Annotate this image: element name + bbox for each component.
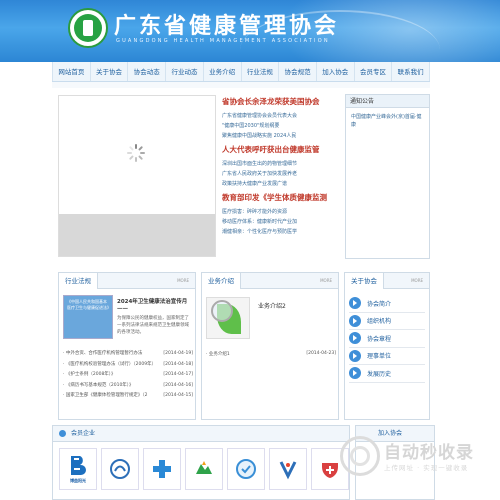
menu-item-council[interactable]: 理事单位	[349, 348, 425, 365]
notice-item[interactable]: 中国健康产业峰会外(京)首届·健康	[346, 108, 429, 134]
news-headline[interactable]: 省协会长余泽龙荣获美国协会	[222, 96, 334, 107]
site-subtitle: GUANGDONG HEALTH MANAGEMENT ASSOCIATION	[116, 38, 330, 44]
main-nav: 网站首页 关于协会 协会动态 行业动态 业务介绍 行业法规 协会规范 加入协会 …	[52, 62, 431, 82]
notice-panel: 通知公告 中国健康产业峰会外(京)首届·健康	[345, 94, 430, 259]
arrow-icon	[349, 297, 361, 310]
image-slider[interactable]	[58, 95, 216, 257]
member-logo[interactable]	[227, 448, 265, 490]
news-item[interactable]: 广东省人民政府关于加快发展养老	[222, 169, 334, 179]
nav-members[interactable]: 会员专区	[355, 62, 393, 81]
arrow-icon	[349, 367, 361, 380]
nav-business[interactable]: 业务介绍	[204, 62, 242, 81]
more-link[interactable]: MORE	[177, 278, 189, 283]
slider-image[interactable]	[59, 96, 215, 214]
site-header: 广东省健康管理协会 GUANGDONG HEALTH MANAGEMENT AS…	[0, 0, 500, 62]
business-title[interactable]: 业务介绍2	[258, 301, 286, 310]
nav-about[interactable]: 关于协会	[91, 62, 129, 81]
nav-regulations[interactable]: 行业法规	[242, 62, 280, 81]
about-panel: 关于协会 MORE 协会简介 组织机构 协会章程 理事单位 发展历史	[344, 272, 430, 420]
news-item[interactable]: 广东省健康管理协会会员代表大会	[222, 111, 334, 121]
featured-summary: 为保障公民的健康权益，国家制定了一系列法律法规来规范卫生健康领域的各项活动。	[117, 316, 189, 335]
member-logos: 博益阳光	[59, 448, 349, 490]
member-logo[interactable]	[269, 448, 307, 490]
panel-title[interactable]: 关于协会	[345, 273, 384, 289]
news-group: 人大代表呼吁获出台健康监管 深圳出国市面生出的药物管理细节 广东省人民政府关于加…	[222, 144, 334, 189]
news-item[interactable]: 潮健相亲：个性化医疗与预防医学	[222, 227, 334, 237]
list-item[interactable]: · 中外合资、合作医疗机构管理暂行办法 [2014-04-19]	[63, 349, 193, 360]
arrow-icon	[349, 349, 361, 362]
site-title: 广东省健康管理协会	[114, 13, 340, 39]
member-logo[interactable]	[185, 448, 223, 490]
news-item[interactable]: "健康中国2030"规划纲要	[222, 121, 334, 131]
regulation-thumbnail[interactable]: 《中国人民共和国基本医疗卫生与健康促进法》	[63, 295, 113, 339]
member-companies: 会员企业 博益阳光	[52, 425, 350, 500]
regulation-list: · 中外合资、合作医疗机构管理暂行办法 [2014-04-19] · 《医疗机构校…	[63, 349, 193, 402]
nav-contact[interactable]: 联系我们	[392, 62, 431, 81]
list-item[interactable]: · 业务介绍1 [2014-04-23]	[206, 351, 336, 357]
more-link[interactable]: MORE	[411, 278, 423, 283]
watermark-subtext: 上传网址 · 实现一键收录	[384, 464, 469, 472]
news-item[interactable]: 深圳出国市面生出的药物管理细节	[222, 159, 334, 169]
list-item[interactable]: · 《医疗机构校验管理办法（试行）（2009年） [2014-04-18]	[63, 360, 193, 371]
member-logo[interactable]	[143, 448, 181, 490]
news-headline[interactable]: 人大代表呼吁获出台健康监管	[222, 144, 334, 155]
business-thumbnail[interactable]	[206, 297, 250, 339]
nav-home[interactable]: 网站首页	[52, 62, 91, 81]
business-panel: 业务介绍 MORE 业务介绍2 · 业务介绍1 [2014-04-23]	[201, 272, 339, 420]
nav-industry-news[interactable]: 行业动态	[166, 62, 204, 81]
list-item[interactable]: · 《病历书写基本规范（2010年）》 [2014-04-16]	[63, 381, 193, 392]
member-logo[interactable]: 博益阳光	[59, 448, 97, 490]
notice-title: 通知公告	[346, 95, 429, 108]
association-logo[interactable]	[68, 8, 108, 48]
news-group: 省协会长余泽龙荣获美国协会 广东省健康管理协会会员代表大会 "健康中国2030"…	[222, 96, 334, 141]
menu-item-charter[interactable]: 协会章程	[349, 330, 425, 348]
more-link[interactable]: MORE	[320, 278, 332, 283]
nav-strip	[52, 82, 430, 88]
arrow-icon	[349, 314, 361, 327]
regulations-panel: 行业法规 MORE 《中国人民共和国基本医疗卫生与健康促进法》 2024年卫生健…	[58, 272, 196, 420]
news-headline[interactable]: 教育部印发《学生体质健康监测	[222, 192, 334, 203]
nav-join[interactable]: 加入协会	[317, 62, 355, 81]
news-item[interactable]: 政策扶持大健康产业发展广谱	[222, 179, 334, 189]
nav-association-news[interactable]: 协会动态	[128, 62, 167, 81]
panel-title[interactable]: 业务介绍	[202, 273, 241, 289]
slider-caption-area	[59, 214, 215, 256]
loading-spinner-icon	[127, 144, 145, 162]
list-item[interactable]: · 《护士条例（2008年）》 [2014-04-17]	[63, 370, 193, 381]
bullet-icon	[59, 430, 66, 437]
menu-item-organization[interactable]: 组织机构	[349, 313, 425, 330]
menu-item-intro[interactable]: 协会简介	[349, 295, 425, 313]
news-item[interactable]: 医疗损害：碎碎才能外的资源	[222, 207, 334, 217]
featured-article: 2024年卫生健康法治宣传月—— 为保障公民的健康权益，国家制定了一系列法律法规…	[117, 299, 193, 336]
watermark-text: 自动秒收录	[384, 443, 474, 463]
list-item[interactable]: · 国家卫生部《健康体检管理暂行规定》（2 [2014-04-15]	[63, 391, 193, 402]
headline-news: 省协会长余泽龙荣获美国协会 广东省健康管理协会会员代表大会 "健康中国2030"…	[222, 96, 334, 240]
menu-item-history[interactable]: 发展历史	[349, 365, 425, 383]
thumbnail-text: 《中国人民共和国基本医疗卫生与健康促进法》	[67, 299, 111, 310]
news-item[interactable]: 聚焦健康中国战略实施 2024人民	[222, 131, 334, 141]
news-group: 教育部印发《学生体质健康监测 医疗损害：碎碎才能外的资源 移动医疗体系：健康新时…	[222, 192, 334, 237]
arrow-icon	[349, 332, 361, 345]
panel-title[interactable]: 行业法规	[59, 273, 98, 289]
news-item[interactable]: 移动医疗体系：健康新时代产业加	[222, 217, 334, 227]
nav-standards[interactable]: 协会规范	[279, 62, 317, 81]
members-title: 会员企业	[71, 430, 96, 437]
featured-title[interactable]: 2024年卫生健康法治宣传月——	[117, 299, 193, 313]
watermark: 自动秒收录 上传网址 · 实现一键收录	[340, 434, 500, 484]
member-logo[interactable]	[101, 448, 139, 490]
about-menu: 协会简介 组织机构 协会章程 理事单位 发展历史	[349, 295, 425, 383]
